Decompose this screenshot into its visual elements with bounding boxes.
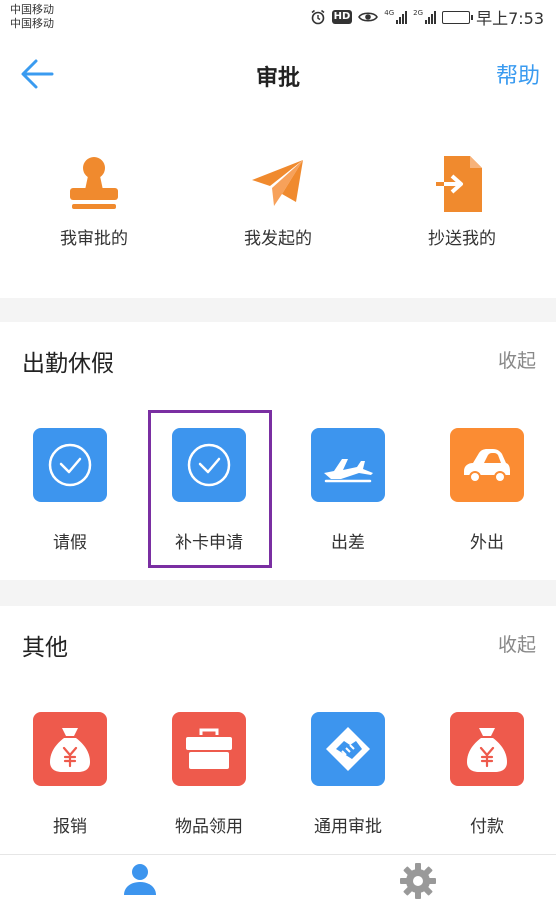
status-icons: HD 4G 2G 早上7:53 (310, 6, 544, 28)
tile-label: 物品领用 (175, 817, 243, 837)
shortcut-label: 抄送我的 (428, 229, 496, 249)
carrier-label-1: 中国移动 (10, 3, 54, 16)
tile-label: 请假 (53, 533, 87, 553)
stamp-icon (70, 157, 118, 209)
shortcut-label: 我发起的 (244, 229, 312, 249)
tile-label: 出差 (331, 533, 365, 553)
airplane-icon (324, 459, 373, 483)
alarm-icon (310, 9, 326, 25)
shortcut-label: 我审批的 (60, 229, 128, 249)
tile-payment[interactable]: 付款 (418, 694, 556, 844)
collapse-button[interactable]: 收起 (498, 346, 536, 373)
section-divider (0, 298, 556, 322)
tab-profile[interactable] (120, 861, 160, 900)
help-button[interactable]: 帮助 (496, 58, 540, 90)
tile-label: 付款 (470, 817, 504, 837)
nav-bar: 审批 帮助 (0, 34, 556, 114)
eye-icon (358, 10, 379, 24)
hd-icon: HD (331, 10, 353, 24)
section-attendance: 出勤休假 收起 请假 补卡申请 出差 外出 (0, 322, 556, 580)
carrier-label-2: 中国移动 (10, 17, 54, 30)
shortcut-my-approvals[interactable]: 我审批的 (14, 154, 174, 249)
tile-icon-bg (450, 428, 524, 502)
gear-icon (400, 863, 436, 899)
toolbox-icon (186, 728, 232, 769)
section-title: 出勤休假 (22, 351, 114, 377)
selection-highlight (148, 410, 272, 568)
handshake-icon (326, 727, 370, 771)
tile-icon-bg (172, 712, 246, 786)
shortcut-initiated-by-me[interactable]: 我发起的 (198, 154, 358, 249)
status-bar: 中国移动 中国移动 HD 4G 2G 早上7:53 (0, 0, 556, 34)
tile-label: 报销 (53, 817, 87, 837)
tile-business-trip[interactable]: 出差 (279, 410, 417, 560)
tile-reimbursement[interactable]: 报销 (1, 694, 139, 844)
collapse-button[interactable]: 收起 (498, 630, 536, 657)
money-bag-icon (50, 728, 90, 772)
tile-icon-bg (450, 712, 524, 786)
status-time: 早上7:53 (476, 9, 544, 28)
shortcut-bar: 我审批的 我发起的 抄送我的 (0, 114, 556, 298)
tile-icon-bg (33, 712, 107, 786)
shortcut-cc-to-me[interactable]: 抄送我的 (382, 154, 542, 249)
tile-icon-bg (311, 428, 385, 502)
signal-2g-label: 2G (413, 9, 424, 17)
tile-label: 外出 (470, 533, 504, 553)
tile-label: 通用审批 (314, 817, 382, 837)
page-title: 审批 (255, 66, 300, 91)
tab-settings[interactable] (398, 861, 438, 900)
signal-2g-icon: 2G (413, 9, 437, 24)
tile-go-out[interactable]: 外出 (418, 410, 556, 560)
bottom-tab-bar (0, 854, 556, 900)
document-forward-icon (436, 156, 482, 212)
section-title: 其他 (22, 635, 68, 661)
signal-4g-icon: 4G (384, 9, 408, 24)
tile-leave[interactable]: 请假 (1, 410, 139, 560)
tile-icon-bg (33, 428, 107, 502)
money-bag-icon (467, 728, 507, 772)
tile-general-approval[interactable]: 通用审批 (279, 694, 417, 844)
person-icon (124, 864, 156, 895)
clock-icon (48, 443, 92, 487)
signal-4g-label: 4G (384, 9, 395, 17)
section-divider (0, 580, 556, 606)
battery-icon (442, 10, 474, 24)
tile-item-requisition[interactable]: 物品领用 (140, 694, 278, 844)
section-other: 其他 收起 报销 物品领用 通用审批 付款 (0, 606, 556, 854)
car-icon (464, 449, 510, 483)
paper-plane-icon (252, 160, 303, 206)
tile-icon-bg (311, 712, 385, 786)
